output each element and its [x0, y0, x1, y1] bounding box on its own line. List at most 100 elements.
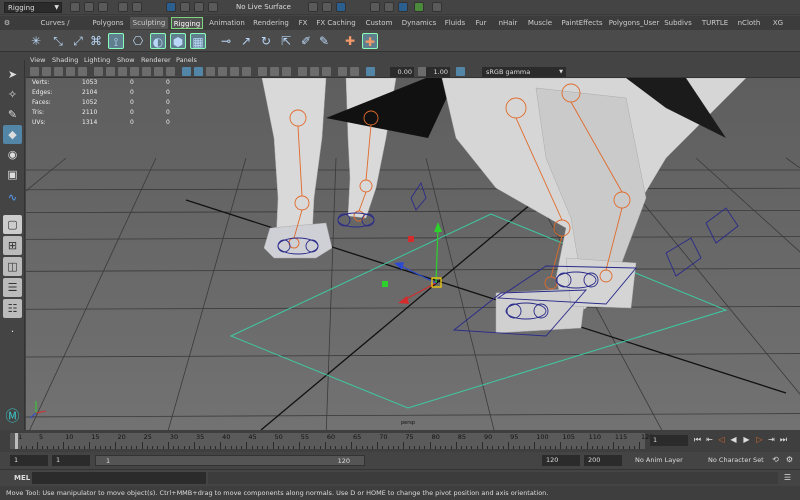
current-time-marker[interactable]	[15, 433, 18, 449]
depth-of-field-icon[interactable]	[322, 67, 331, 76]
image-plane-icon[interactable]	[66, 67, 75, 76]
tab-nhair[interactable]: nHair	[497, 17, 519, 29]
outliner-icon[interactable]: ☷	[3, 299, 22, 318]
wrap-deformer-icon[interactable]: ⬢	[170, 33, 186, 49]
xray-joints-icon[interactable]	[270, 67, 279, 76]
snap-view-plane-icon[interactable]	[208, 2, 218, 12]
pole-vector-icon[interactable]: ✎	[316, 33, 332, 49]
xray-components-icon[interactable]	[282, 67, 291, 76]
move-icon[interactable]: ◆	[3, 125, 22, 144]
lasso-icon[interactable]: ✧	[3, 85, 22, 104]
step-forward-frame-icon[interactable]: ▷	[754, 434, 765, 446]
exposure-field[interactable]: 0.00	[390, 67, 414, 77]
live-surface-field[interactable]: No Live Surface	[232, 2, 296, 13]
smooth-shade-icon[interactable]	[194, 67, 203, 76]
shadows-icon[interactable]	[242, 67, 251, 76]
tab-dynamics[interactable]: Dynamics	[400, 17, 438, 29]
gamma-field[interactable]: 1.00	[426, 67, 450, 77]
open-scene-icon[interactable]	[84, 2, 94, 12]
ambient-occlusion-icon[interactable]	[298, 67, 307, 76]
tab-fx-caching[interactable]: FX Caching	[316, 17, 356, 29]
redo-icon[interactable]	[132, 2, 142, 12]
mel-input[interactable]	[32, 472, 206, 484]
go-to-end-icon[interactable]: ⏭	[778, 434, 789, 446]
menu-view[interactable]: View	[30, 56, 45, 65]
ik-spline-icon[interactable]: ⤢	[70, 33, 86, 49]
joint-tool-icon[interactable]: ✳	[28, 33, 44, 49]
parent-constraint-icon[interactable]: ✐	[298, 33, 314, 49]
snap-curve-icon[interactable]	[180, 2, 190, 12]
camera-attributes-icon[interactable]	[42, 67, 51, 76]
tab-ncloth[interactable]: nCloth	[737, 17, 761, 29]
tab-custom[interactable]: Custom	[362, 17, 396, 29]
tab-xgen[interactable]: XG	[770, 17, 786, 29]
shelf-options-icon[interactable]: ⚙	[0, 17, 14, 29]
anim-end-field[interactable]: 120	[542, 455, 580, 466]
auto-key-icon[interactable]: ⟲	[770, 454, 781, 466]
tab-polygons-user[interactable]: Polygons_User	[608, 17, 660, 29]
tab-sculpting[interactable]: Sculpting	[130, 17, 168, 29]
current-frame-field[interactable]: 1	[650, 435, 688, 446]
render-icon[interactable]	[336, 2, 346, 12]
bind-skin-icon[interactable]: ⌘	[88, 33, 104, 49]
menu-show[interactable]: Show	[117, 56, 135, 65]
end-time-field[interactable]: 200	[584, 455, 622, 466]
tab-subdivs[interactable]: Subdivs	[664, 17, 692, 29]
play-backwards-icon[interactable]: ◀	[728, 434, 739, 446]
wireframe-icon[interactable]	[182, 67, 191, 76]
cluster-icon[interactable]: ▦	[190, 33, 206, 49]
hypershade-icon[interactable]	[398, 2, 408, 12]
render-settings-icon[interactable]	[384, 2, 394, 12]
undo-icon[interactable]	[118, 2, 128, 12]
tab-animation[interactable]: Animation	[207, 17, 247, 29]
tab-rendering[interactable]: Rendering	[251, 17, 291, 29]
rotate-icon[interactable]: ◉	[3, 145, 22, 164]
step-back-key-icon[interactable]: ⇤	[704, 434, 715, 446]
select-camera-icon[interactable]	[30, 67, 39, 76]
resolution-gate-icon[interactable]	[118, 67, 127, 76]
smooth-bind-icon[interactable]: ⟟	[108, 33, 124, 49]
sphere-render-icon[interactable]	[414, 2, 424, 12]
field-chart-icon[interactable]	[142, 67, 151, 76]
ipr-render-icon[interactable]	[370, 2, 380, 12]
preferences-icon[interactable]: ⚙	[784, 454, 795, 466]
tab-fluids[interactable]: Fluids	[443, 17, 467, 29]
safe-action-icon[interactable]	[154, 67, 163, 76]
menu-lighting[interactable]: Lighting	[84, 56, 110, 65]
lights-icon[interactable]	[230, 67, 239, 76]
character-set-dropdown[interactable]: No Character Set	[708, 455, 768, 466]
layout-stack-icon[interactable]: ☰	[3, 278, 22, 297]
menu-renderer[interactable]: Renderer	[141, 56, 171, 65]
layout-single-icon[interactable]: ▢	[3, 215, 22, 234]
aim-constraint-icon[interactable]: ↗	[238, 33, 254, 49]
xray-icon[interactable]	[258, 67, 267, 76]
more-layouts-icon[interactable]: ·	[3, 322, 22, 341]
tab-fur[interactable]: Fur	[473, 17, 489, 29]
locator-icon[interactable]: ✚	[342, 33, 358, 49]
tab-turtle[interactable]: TURTLE	[701, 17, 729, 29]
color-space-dropdown[interactable]: sRGB gamma ▼	[482, 67, 566, 77]
textured-icon[interactable]	[218, 67, 227, 76]
play-forwards-icon[interactable]: ▶	[741, 434, 752, 446]
tab-rigging[interactable]: Rigging	[171, 17, 203, 29]
step-back-frame-icon[interactable]: ◁	[716, 434, 727, 446]
two-d-pan-icon[interactable]	[78, 67, 87, 76]
new-scene-icon[interactable]	[70, 2, 80, 12]
menu-shading[interactable]: Shading	[52, 56, 78, 65]
layout-four-icon[interactable]: ⊞	[3, 236, 22, 255]
start-time-field[interactable]: 1	[10, 455, 48, 466]
status-extra-icon[interactable]	[432, 2, 442, 12]
time-ruler[interactable]: 1 5 10 15 20 25 30 35 40 45 50 55 60 65 70 75 80 85 90 95 10…	[10, 433, 653, 449]
point-constraint-icon[interactable]: ⊸	[218, 33, 234, 49]
wireframe-on-shaded-icon[interactable]	[206, 67, 215, 76]
snap-grid-icon[interactable]	[166, 2, 176, 12]
range-slider[interactable]: 1 120	[95, 455, 365, 466]
ik-handle-icon[interactable]: ⤡	[50, 33, 66, 49]
bookmark-icon[interactable]	[54, 67, 63, 76]
safe-title-icon[interactable]	[166, 67, 175, 76]
menu-set-dropdown[interactable]: Rigging ▼	[4, 2, 62, 13]
select-arrow-icon[interactable]: ➤	[3, 65, 22, 84]
grid-icon[interactable]	[94, 67, 103, 76]
scale-icon[interactable]: ▣	[3, 165, 22, 184]
mel-label[interactable]: MEL	[14, 473, 30, 483]
